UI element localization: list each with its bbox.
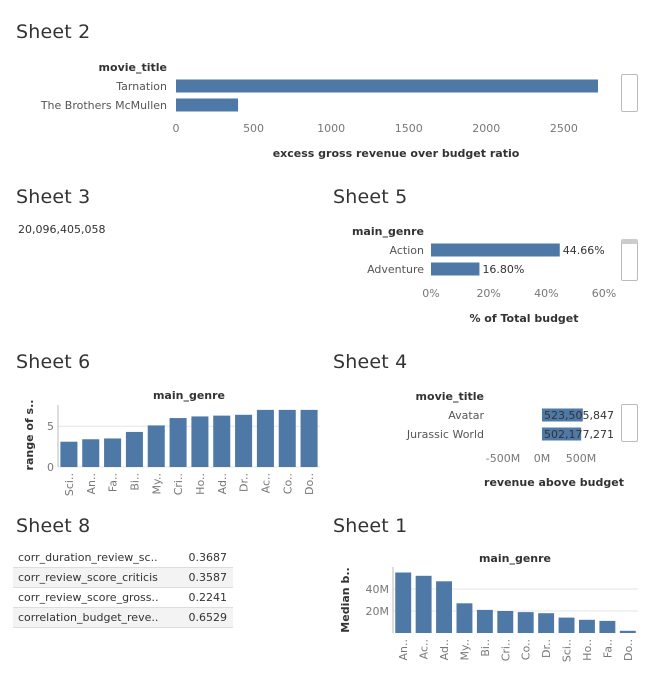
x-tick-label: Ac.. [259,473,272,493]
x-tick-label: Ac.. [418,639,431,659]
x-tick-label: Cri.. [499,639,512,661]
y-tick-label: 0 [47,461,54,474]
x-tick-label: Bi.. [128,473,141,491]
bar [82,439,100,467]
row-header: main_genre [352,225,424,238]
x-tick-label: Ho.. [581,639,594,661]
bar [517,612,534,633]
data-label: 16.80% [482,263,524,276]
x-tick-label: 40% [534,287,558,300]
x-axis-title: % of Total budget [469,312,578,325]
bar [431,243,560,257]
x-tick-label: Ad.. [438,639,451,660]
bar [104,438,122,467]
charts-canvas: movie_title Tarnation The Brothers McMulle… [23,61,638,662]
x-tick-label: Do.. [303,473,316,495]
y-axis-title: Median b.. [339,567,352,632]
category-label: Jurassic World [406,428,484,441]
x-tick-label: Bi.. [479,639,492,657]
x-tick-label: My.. [150,473,163,494]
x-tick-label: 2500 [550,122,578,135]
bar [431,262,480,276]
x-tick-label: 0 [173,122,180,135]
x-tick-label: 1000 [317,122,345,135]
row-header: movie_title [416,390,484,403]
x-tick-label: Do.. [622,639,635,661]
category-label: Adventure [367,263,424,276]
x-tick-label: Co.. [281,473,294,494]
x-tick-label: Ho.. [194,473,207,495]
x-tick-label: Dr.. [238,473,251,492]
column-header: main_genre [479,552,551,565]
category-label: Tarnation [115,80,167,93]
y-tick-label: 20M [366,605,390,618]
data-label: 523,505,847 [544,409,614,422]
x-tick-label: 500 [243,122,264,135]
x-tick-label: Cri.. [172,473,185,495]
bar [395,572,412,633]
category-label: The Brothers McMullen [40,99,167,112]
x-tick-label: An.. [85,473,98,495]
bar [619,630,636,633]
x-tick-label: Sci.. [561,639,574,662]
bar [176,79,598,93]
bar [125,431,143,467]
bar [456,603,473,633]
bar [415,575,432,633]
x-tick-label: Ad.. [216,473,229,494]
bar [169,418,187,467]
data-label: 44.66% [563,244,605,257]
bar [147,425,165,467]
bar [476,609,493,633]
bar [191,416,209,467]
bar [213,415,231,467]
x-axis-title: excess gross revenue over budget ratio [273,147,520,160]
bar [60,441,78,467]
bar [558,617,575,633]
bar [538,613,555,633]
x-tick-label: Dr.. [540,639,553,658]
y-tick-label: 40M [366,583,390,596]
bar [300,409,318,467]
column-header: main_genre [153,389,225,402]
x-tick-label: My.. [458,639,471,660]
x-tick-label: Fa.. [601,639,614,658]
category-label: Action [390,244,424,257]
x-axis-title: revenue above budget [484,476,624,489]
bar [235,414,253,467]
x-tick-label: An.. [397,639,410,661]
x-tick-label: 0% [422,287,439,300]
category-label: Avatar [448,409,484,422]
x-tick-label: 0M [534,452,551,465]
x-tick-label: -500M [486,452,520,465]
bar [436,581,453,633]
x-tick-label: 1500 [395,122,423,135]
x-tick-label: Sci.. [63,473,76,496]
bar [599,620,616,633]
bar [278,409,296,467]
y-axis-title: range of s.. [23,400,36,471]
bar [497,611,514,633]
row-header: movie_title [99,61,167,74]
data-label: 502,177,271 [544,428,614,441]
bar [578,619,595,633]
x-tick-label: Fa.. [107,473,120,492]
x-tick-label: Co.. [520,639,533,660]
x-tick-label: 20% [476,287,500,300]
bar [256,409,274,467]
x-tick-label: 2000 [472,122,500,135]
x-tick-label: 500M [566,452,597,465]
bar [176,98,239,112]
x-tick-label: 60% [592,287,616,300]
y-tick-label: 5 [47,420,54,433]
